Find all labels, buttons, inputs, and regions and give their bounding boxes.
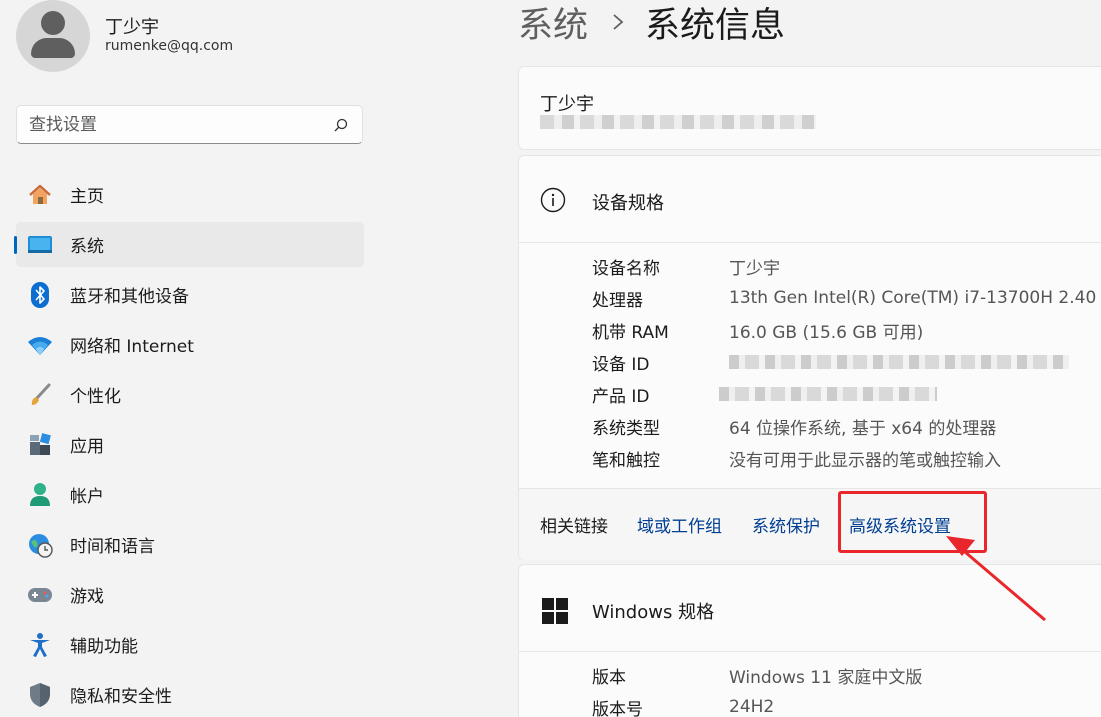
gamepad-icon: [26, 581, 54, 609]
spec-label: 设备 ID: [592, 354, 650, 375]
nav-item-accounts[interactable]: 帐户: [16, 472, 364, 517]
nav-label-time-language: 时间和语言: [70, 537, 155, 557]
device-specs-title: 设备规格: [592, 193, 664, 214]
brush-icon: [26, 381, 54, 409]
nav-item-privacy[interactable]: 隐私和安全性: [16, 672, 364, 717]
spec-row-ram: 机带 RAM 16.0 GB (15.6 GB 可用): [592, 316, 923, 344]
spec-row-pen-touch: 笔和触控 没有可用于此显示器的笔或触控输入: [592, 444, 1001, 472]
spec-value: 丁少宇: [729, 258, 780, 279]
nav-label-gaming: 游戏: [70, 587, 104, 607]
breadcrumb: 系统 系统信息: [518, 0, 785, 46]
spec-value: 没有可用于此显示器的笔或触控输入: [729, 450, 1001, 471]
apps-icon: [26, 431, 54, 459]
spec-row-system-type: 系统类型 64 位操作系统, 基于 x64 的处理器: [592, 412, 996, 440]
device-model-redacted: [540, 115, 816, 129]
spec-row-version: 版本号 24H2: [592, 693, 774, 717]
highlight-box: [838, 491, 987, 553]
breadcrumb-parent[interactable]: 系统: [518, 0, 588, 48]
shield-icon: [26, 681, 54, 709]
link-system-protection[interactable]: 系统保护: [752, 512, 820, 537]
avatar-shoulders: [31, 38, 75, 58]
account-icon: [26, 481, 54, 509]
link-domain-workgroup[interactable]: 域或工作组: [637, 512, 722, 537]
sidebar: 丁少宇 rumenke@qq.com 主页 系统 蓝牙和其他设备: [0, 0, 380, 717]
user-name: 丁少宇: [105, 17, 159, 38]
home-icon: [26, 181, 54, 209]
nav-label-accounts: 帐户: [70, 487, 104, 507]
nav-label-network: 网络和 Internet: [70, 337, 194, 357]
accessibility-icon: [26, 631, 54, 659]
page-title: 系统信息: [645, 5, 786, 46]
search-box[interactable]: [16, 105, 363, 144]
nav-item-network[interactable]: 网络和 Internet: [16, 322, 364, 367]
spec-label: 版本号: [592, 699, 643, 717]
device-specs-header[interactable]: 设备规格: [519, 156, 1101, 242]
nav-item-apps[interactable]: 应用: [16, 422, 364, 467]
windows-specs-title: Windows 规格: [592, 602, 715, 623]
bluetooth-icon: [26, 281, 54, 309]
nav-label-system: 系统: [70, 237, 104, 257]
spec-label: 设备名称: [592, 258, 660, 279]
nav-item-time-language[interactable]: 时间和语言: [16, 522, 364, 567]
nav-label-bluetooth: 蓝牙和其他设备: [70, 287, 189, 307]
device-specs-card: 设备规格 设备名称 丁少宇 处理器 13th Gen Intel(R) Core…: [518, 155, 1101, 560]
nav-label-accessibility: 辅助功能: [70, 637, 138, 657]
nav-item-personalization[interactable]: 个性化: [16, 372, 364, 417]
nav-label-privacy: 隐私和安全性: [70, 687, 172, 707]
nav-item-bluetooth[interactable]: 蓝牙和其他设备: [16, 272, 364, 317]
avatar-head: [41, 11, 65, 35]
related-links-label: 相关链接: [540, 517, 608, 537]
spec-value: 16.0 GB (15.6 GB 可用): [729, 322, 924, 343]
search-icon[interactable]: [332, 116, 350, 134]
spec-label: 处理器: [592, 290, 643, 311]
spec-value: 64 位操作系统, 基于 x64 的处理器: [729, 418, 997, 439]
spec-row-edition: 版本 Windows 11 家庭中文版: [592, 661, 922, 689]
search-input[interactable]: [29, 114, 332, 135]
divider: [519, 242, 1101, 243]
nav-label-home: 主页: [70, 187, 104, 207]
related-links-bar: 相关链接 域或工作组 系统保护 高级系统设置: [519, 488, 1101, 560]
avatar[interactable]: [16, 0, 90, 72]
spec-label: 产品 ID: [592, 386, 650, 407]
windows-logo-icon: [542, 598, 568, 624]
spec-value: Windows 11 家庭中文版: [729, 667, 923, 688]
spec-row-product-id: 产品 ID: [592, 380, 937, 408]
spec-row-device-name: 设备名称 丁少宇: [592, 252, 780, 280]
chevron-right-icon: [613, 14, 624, 30]
spec-label: 版本: [592, 667, 626, 688]
device-id-redacted: [729, 355, 1069, 369]
spec-value: 24H2: [729, 697, 775, 717]
nav-label-apps: 应用: [70, 437, 104, 457]
nav-item-home[interactable]: 主页: [16, 172, 364, 217]
user-email: rumenke@qq.com: [105, 38, 234, 54]
windows-specs-header[interactable]: Windows 规格: [519, 565, 1101, 651]
nav-label-personalization: 个性化: [70, 387, 121, 407]
device-name: 丁少宇: [540, 94, 594, 115]
divider: [519, 651, 1101, 652]
product-id-redacted: [719, 387, 937, 401]
spec-row-device-id: 设备 ID: [592, 348, 1069, 376]
system-monitor-icon: [26, 231, 54, 259]
nav-item-system[interactable]: 系统: [14, 222, 364, 267]
nav-list: 主页 系统 蓝牙和其他设备 网络和 Internet 个性化 应用 帐户 时间和…: [0, 172, 380, 717]
nav-item-accessibility[interactable]: 辅助功能: [16, 622, 364, 667]
spec-label: 笔和触控: [592, 450, 660, 471]
info-icon: [540, 187, 566, 213]
spec-value: 13th Gen Intel(R) Core(TM) i7-13700H 2.4…: [729, 288, 1101, 308]
spec-row-processor: 处理器 13th Gen Intel(R) Core(TM) i7-13700H…: [592, 284, 1101, 312]
nav-item-gaming[interactable]: 游戏: [16, 572, 364, 617]
wifi-icon: [26, 331, 54, 359]
spec-label: 机带 RAM: [592, 322, 669, 343]
spec-label: 系统类型: [592, 418, 660, 439]
device-card: 丁少宇: [518, 66, 1101, 150]
windows-specs-card: Windows 规格 版本 Windows 11 家庭中文版 版本号 24H2: [518, 564, 1101, 717]
globe-clock-icon: [26, 531, 54, 559]
